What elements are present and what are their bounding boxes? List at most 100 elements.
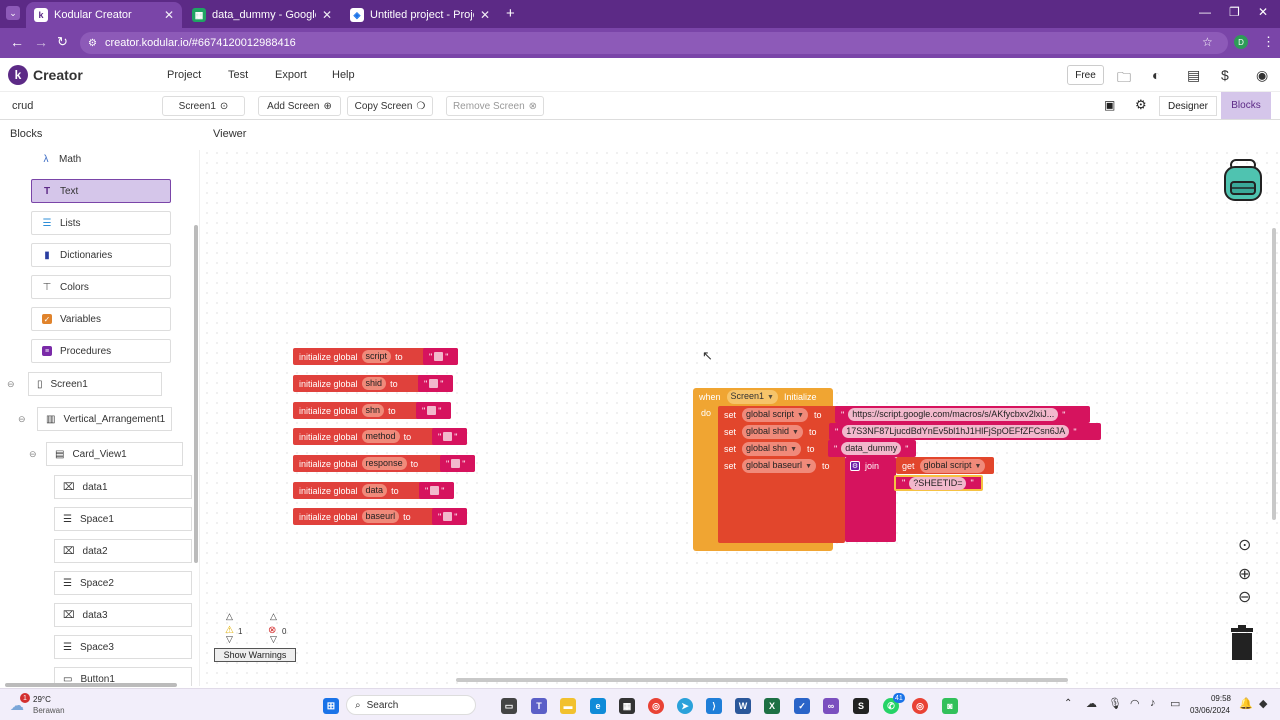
clock-date[interactable]: 03/06/2024: [1186, 706, 1230, 715]
init-global-shid-block[interactable]: initialize global shid to " ": [293, 375, 453, 392]
mutator-gear-icon[interactable]: ⚙: [850, 461, 860, 471]
settings-gear-icon[interactable]: ⚙: [1135, 97, 1147, 113]
task-view-icon[interactable]: ▭: [501, 698, 517, 714]
new-tab-icon[interactable]: +: [506, 5, 515, 22]
windows-start-icon[interactable]: ⊞: [323, 698, 339, 714]
folder-icon[interactable]: 🗀: [1117, 67, 1131, 91]
backpack-icon[interactable]: [1221, 158, 1265, 202]
collapse-toggle-icon[interactable]: ⊖: [18, 414, 26, 425]
text-value-field[interactable]: https://script.google.com/macros/s/AKfyc…: [848, 408, 1059, 421]
visual-studio-icon[interactable]: ∞: [823, 698, 839, 714]
close-icon[interactable]: ✕: [164, 8, 174, 22]
close-icon[interactable]: ✕: [322, 8, 332, 22]
window-close-icon[interactable]: ✕: [1258, 5, 1268, 19]
dollar-icon[interactable]: $: [1221, 67, 1229, 83]
palette-item-variables[interactable]: ✓ Variables: [31, 307, 171, 331]
variable-dropdown[interactable]: global script ▼: [919, 458, 986, 473]
excel-icon[interactable]: X: [764, 698, 780, 714]
blocks-workspace[interactable]: initialize global script to " " initializ…: [202, 148, 1280, 686]
tab-kodular[interactable]: k Kodular Creator ✕: [26, 2, 182, 28]
designer-button[interactable]: Designer: [1159, 96, 1217, 116]
init-global-baseurl-block[interactable]: initialize global baseurl to " ": [293, 508, 467, 525]
warning-up-arrow-icon[interactable]: △: [226, 611, 233, 622]
error-up-arrow-icon[interactable]: △: [270, 611, 277, 622]
tree-item-space2[interactable]: ☰ Space2: [54, 571, 192, 595]
copy-screen-button[interactable]: Copy Screen ❍: [347, 96, 433, 116]
todo-icon[interactable]: ✓: [794, 698, 810, 714]
variable-dropdown[interactable]: global shn ▼: [742, 441, 801, 456]
android-icon[interactable]: ◙: [942, 698, 958, 714]
palette-item-dictionaries[interactable]: ▮ Dictionaries: [31, 243, 171, 267]
cloud-tray-icon[interactable]: ☁: [1086, 697, 1097, 710]
tab-google-sheets[interactable]: ▦ data_dummy - Google Sheets ✕: [184, 2, 340, 28]
text-value-field[interactable]: ?SHEETID=: [909, 476, 967, 490]
variable-name-field[interactable]: baseurl: [361, 510, 400, 523]
empty-text-block[interactable]: " ": [423, 348, 458, 365]
empty-text-block[interactable]: " ": [432, 508, 467, 525]
palette-item-colors[interactable]: ⊤ Colors: [31, 275, 171, 299]
microphone-icon[interactable]: 🎙: [1108, 697, 1122, 710]
palette-icon[interactable]: ◐: [1152, 67, 1160, 83]
set-global-shn-block[interactable]: set global shn ▼ to: [724, 441, 815, 456]
variable-name-field[interactable]: shn: [361, 404, 385, 417]
variable-dropdown[interactable]: global shid ▼: [742, 424, 803, 439]
profile-avatar[interactable]: D: [1234, 35, 1248, 49]
tree-item-screen1[interactable]: ▯ Screen1: [28, 372, 162, 396]
set-global-baseurl-block[interactable]: set global baseurl ▼ to: [724, 458, 830, 473]
text-value-field[interactable]: 17S3NF87LjucdBdYnEv5bl1hJ1HlFjSpOEFfZFCs…: [842, 425, 1070, 438]
palette-horizontal-scrollbar[interactable]: [5, 683, 177, 687]
text-sheet-id-block[interactable]: " 17S3NF87LjucdBdYnEv5bl1hJ1HlFjSpOEFfZF…: [829, 423, 1101, 440]
battery-icon[interactable]: ▭: [1170, 697, 1180, 710]
menu-test[interactable]: Test: [228, 69, 248, 81]
blocks-button[interactable]: Blocks: [1221, 92, 1271, 119]
workspace-vertical-scrollbar[interactable]: [1272, 228, 1276, 520]
vscode-icon[interactable]: ⟩: [706, 698, 722, 714]
text-value-field[interactable]: data_dummy: [841, 442, 902, 455]
show-warnings-button[interactable]: Show Warnings: [214, 648, 296, 662]
recenter-icon[interactable]: ⊙: [1238, 535, 1251, 555]
word-icon[interactable]: W: [735, 698, 751, 714]
variable-name-field[interactable]: method: [361, 430, 400, 443]
collapse-toggle-icon[interactable]: ⊖: [7, 379, 15, 390]
trash-icon[interactable]: [1230, 625, 1254, 661]
palette-scrollbar[interactable]: [194, 225, 198, 563]
empty-text-block[interactable]: " ": [419, 482, 454, 499]
kodular-logo-icon[interactable]: k: [8, 65, 28, 85]
init-global-script-block[interactable]: initialize global script to " ": [293, 348, 458, 365]
variable-name-field[interactable]: response: [361, 457, 407, 470]
menu-help[interactable]: Help: [332, 69, 355, 81]
workspace-horizontal-scrollbar[interactable]: [456, 678, 1068, 682]
variable-dropdown[interactable]: global baseurl ▼: [742, 458, 816, 473]
palette-item-text[interactable]: T Text: [31, 179, 171, 203]
zoom-in-icon[interactable]: ⊕: [1238, 564, 1251, 584]
back-icon[interactable]: ←: [10, 34, 24, 50]
empty-text-block[interactable]: " ": [440, 455, 475, 472]
menu-export[interactable]: Export: [275, 69, 307, 81]
close-icon[interactable]: ✕: [480, 8, 490, 22]
reload-icon[interactable]: ↻: [57, 34, 68, 50]
library-icon[interactable]: ▤: [1187, 67, 1200, 84]
chrome-icon[interactable]: ◎: [648, 698, 664, 714]
minimize-icon[interactable]: —: [1199, 5, 1211, 19]
screen-selector[interactable]: Screen1 ⊙: [162, 96, 245, 116]
tree-item-card-view1[interactable]: ▤ Card_View1: [46, 442, 183, 466]
empty-text-block[interactable]: " ": [418, 375, 453, 392]
clock-time[interactable]: 09:58: [1197, 694, 1231, 703]
teams-icon[interactable]: T: [531, 698, 547, 714]
edge-icon[interactable]: e: [590, 698, 606, 714]
tab-search-icon[interactable]: ⌄: [6, 6, 20, 20]
wifi-icon[interactable]: ◠: [1130, 697, 1140, 710]
text-script-url-block[interactable]: " https://script.google.com/macros/s/AKf…: [835, 406, 1090, 423]
browser-menu-icon[interactable]: ⋮: [1262, 34, 1275, 50]
init-global-method-block[interactable]: initialize global method to " ": [293, 428, 467, 445]
account-icon[interactable]: ◉: [1256, 67, 1268, 84]
variable-dropdown[interactable]: global script ▼: [742, 407, 808, 422]
component-dropdown[interactable]: Screen1 ▼: [726, 390, 778, 404]
menu-project[interactable]: Project: [167, 69, 201, 81]
notification-bell-icon[interactable]: 🔔: [1239, 697, 1253, 710]
init-global-shn-block[interactable]: initialize global shn to " ": [293, 402, 451, 419]
volume-icon[interactable]: ♪: [1150, 697, 1156, 709]
remove-screen-button[interactable]: Remove Screen ⊗: [446, 96, 544, 116]
tree-item-space1[interactable]: ☰ Space1: [54, 507, 192, 531]
collapse-toggle-icon[interactable]: ⊖: [29, 449, 37, 460]
